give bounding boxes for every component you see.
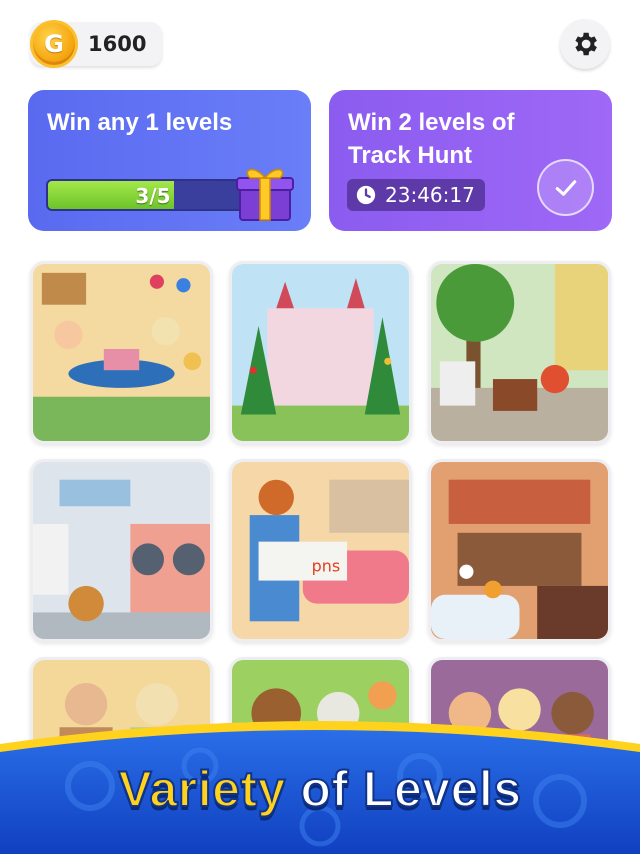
task-progress-bar: 3/5 (46, 179, 260, 211)
level-thumbnail (232, 264, 409, 441)
level-tile-5[interactable]: pns (229, 459, 412, 642)
coin-count: 1600 (88, 32, 147, 56)
coin-balance[interactable]: G 1600 (30, 20, 162, 68)
level-tile-2[interactable] (229, 261, 412, 444)
gift-icon (236, 168, 294, 221)
banner-title: Variety of Levels (0, 760, 640, 818)
banner-word-variety: Variety (117, 760, 286, 818)
gear-icon (575, 32, 597, 56)
banner-word-of-levels: of Levels (299, 760, 522, 818)
task-title-line2: Track Hunt (348, 142, 473, 169)
level-tile-1[interactable] (30, 261, 213, 444)
level-thumbnail (431, 264, 608, 441)
svg-text:pns: pns (312, 557, 341, 576)
timer: 23:46:17 (347, 179, 485, 211)
checkmark-icon (537, 159, 594, 216)
settings-button[interactable] (560, 19, 610, 69)
level-tile-6[interactable] (428, 459, 611, 642)
task-card-track-hunt[interactable]: Win 2 levels of Track Hunt 23:46:17 (329, 90, 612, 231)
timer-text: 23:46:17 (385, 183, 475, 207)
clock-icon (356, 185, 376, 205)
task-card-win-any[interactable]: Win any 1 levels 3/5 (28, 90, 311, 231)
task-title-line1: Win 2 levels of (348, 109, 515, 136)
level-tile-3[interactable] (428, 261, 611, 444)
progress-text: 3/5 (135, 184, 171, 208)
task-title: Win any 1 levels (47, 109, 233, 136)
task-title: Win 2 levels of Track Hunt (348, 106, 515, 172)
level-thumbnail (431, 462, 608, 639)
level-thumbnail (33, 264, 210, 441)
level-tile-4[interactable] (30, 459, 213, 642)
level-thumbnail (33, 462, 210, 639)
coin-icon: G (30, 20, 78, 68)
level-thumbnail: pns (232, 462, 409, 639)
